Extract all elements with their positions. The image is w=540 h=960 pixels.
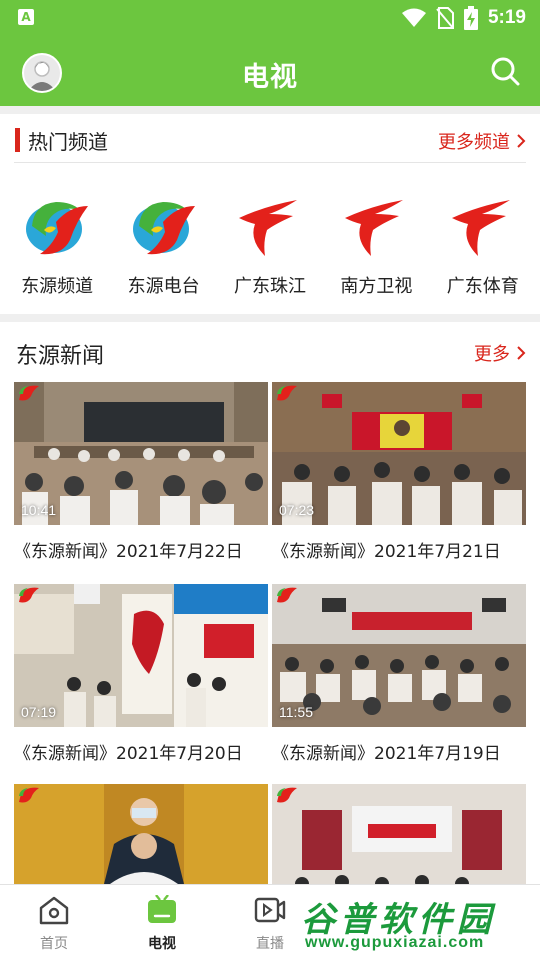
- gdtv-logo-icon: [451, 200, 510, 256]
- channel-watermark-icon: [277, 787, 297, 803]
- chevron-right-icon: [517, 346, 526, 360]
- watermark-url: www.gupuxiazai.com: [305, 934, 485, 951]
- page-title: 电视: [242, 62, 298, 93]
- notification-a-icon: A: [18, 9, 34, 25]
- dongyuan-logo-icon: [132, 202, 195, 255]
- channel-nanfang[interactable]: 南方卫视: [326, 196, 426, 298]
- tab-tv[interactable]: 电视: [122, 894, 202, 953]
- news-card[interactable]: 07:23 《东源新闻》2021年7月21日: [272, 382, 526, 562]
- news-card[interactable]: 10:41 《东源新闻》2021年7月22日: [14, 382, 268, 562]
- search-icon[interactable]: [490, 56, 520, 86]
- video-duration: 07:23: [279, 502, 315, 518]
- news-title: 东源新闻: [16, 344, 105, 369]
- hot-channels-title: 热门频道: [28, 130, 108, 154]
- channel-gd-pearl[interactable]: 广东珠江: [220, 196, 320, 298]
- video-thumbnail: 10:41: [14, 382, 268, 525]
- app-bar: 电视: [0, 36, 540, 106]
- video-duration: 07:19: [21, 704, 57, 720]
- divider: [14, 162, 526, 163]
- video-duration: 10:41: [21, 502, 57, 518]
- channel-name: 广东体育: [446, 276, 519, 297]
- channel-watermark-icon: [19, 385, 39, 401]
- video-thumbnail: 07:23: [272, 382, 526, 525]
- channel-name: 南方卫视: [340, 276, 413, 297]
- news-card[interactable]: 07:19 《东源新闻》2021年7月20日: [14, 584, 268, 764]
- video-duration: 11:55: [279, 704, 313, 720]
- channel-dongyuan[interactable]: 东源频道: [7, 196, 107, 298]
- channel-name: 东源频道: [21, 276, 94, 297]
- section-marker: [15, 128, 20, 152]
- wifi-icon: [401, 8, 426, 27]
- video-title: 《东源新闻》2021年7月20日: [14, 744, 243, 764]
- channel-watermark-icon: [277, 385, 297, 401]
- more-channels-label: 更多频道: [438, 132, 510, 153]
- gdtv-logo-icon: [238, 200, 297, 256]
- news-section: 东源新闻 更多 10:41 《东源新闻》2021年7月22日 07:23 《东源…: [0, 322, 540, 927]
- video-title: 《东源新闻》2021年7月19日: [272, 744, 501, 764]
- channel-dongyuan-radio[interactable]: 东源电台: [114, 196, 214, 298]
- tv-icon: [148, 894, 176, 923]
- tab-label: 首页: [40, 936, 68, 952]
- more-news-link[interactable]: 更多: [474, 340, 526, 366]
- video-thumbnail: 11:55: [272, 584, 526, 727]
- site-watermark: 谷普软件园 www.gupuxiazai.com: [295, 888, 540, 960]
- status-bar: A 5:19: [0, 0, 540, 36]
- more-news-label: 更多: [474, 344, 510, 365]
- more-channels-link[interactable]: 更多频道: [438, 128, 526, 154]
- tab-label: 电视: [148, 936, 176, 952]
- video-title: 《东源新闻》2021年7月21日: [272, 542, 501, 562]
- live-icon: [254, 897, 286, 923]
- clock: 5:19: [487, 7, 526, 28]
- channel-name: 东源电台: [127, 276, 200, 297]
- tab-home[interactable]: 首页: [14, 895, 94, 953]
- channel-name: 广东珠江: [233, 276, 306, 297]
- gdtv-logo-icon: [345, 200, 404, 256]
- video-thumbnail: 07:19: [14, 584, 268, 727]
- home-icon: [39, 896, 69, 925]
- hot-channels-section: 热门频道 更多频道 东源频道 东源电台 广东珠江 南方卫视 广东体育: [0, 114, 540, 314]
- channel-watermark-icon: [19, 587, 39, 603]
- news-card[interactable]: 11:55 《东源新闻》2021年7月19日: [272, 584, 526, 764]
- channel-gd-sports[interactable]: 广东体育: [433, 196, 533, 298]
- battery-charging-icon: [463, 6, 478, 30]
- dongyuan-logo-icon: [26, 202, 89, 255]
- video-title: 《东源新闻》2021年7月22日: [14, 542, 243, 562]
- sim-off-icon: [436, 7, 454, 29]
- channel-watermark-icon: [277, 587, 297, 603]
- channel-watermark-icon: [19, 787, 39, 803]
- chevron-right-icon: [517, 134, 526, 148]
